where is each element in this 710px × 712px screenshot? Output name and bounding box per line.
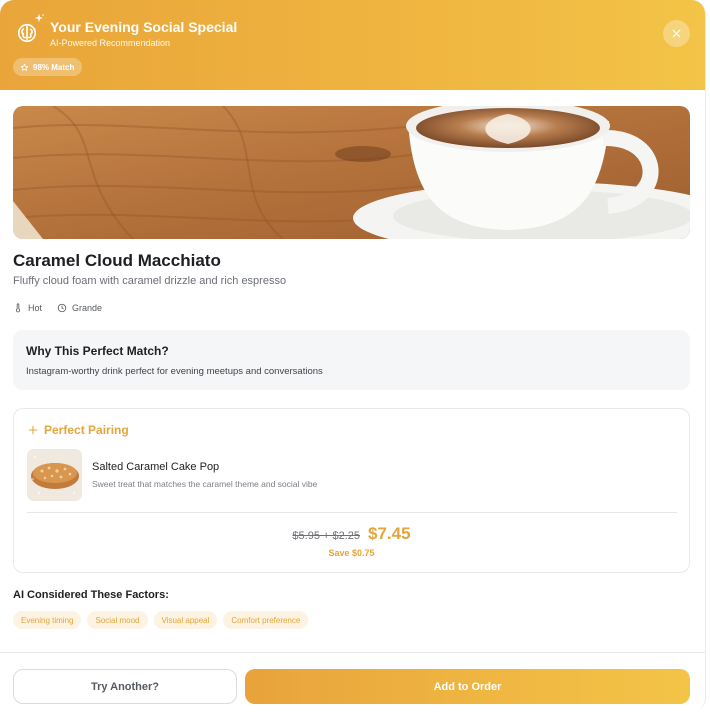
footer-divider <box>0 652 705 653</box>
factor-chips: Evening timing Social mood Visual appeal… <box>13 611 309 629</box>
factor-chip: Visual appeal <box>153 611 218 629</box>
modal-header: Your Evening Social Special AI-Powered R… <box>0 0 705 90</box>
pairing-card: Perfect Pairing Salted Caramel Cake Pop … <box>13 408 690 573</box>
pairing-title: Perfect Pairing <box>44 423 129 437</box>
price-row: $5.95 + $2.25 $7.45 <box>14 524 689 544</box>
sparkle-icon <box>35 14 44 22</box>
product-description: Fluffy cloud foam with caramel drizzle a… <box>13 275 287 287</box>
product-name: Caramel Cloud Macchiato <box>13 251 221 270</box>
modal-subtitle: AI-Powered Recommendation <box>50 38 171 48</box>
recommendation-modal: Your Evening Social Special AI-Powered R… <box>0 0 706 712</box>
cake-pop-image <box>27 449 82 501</box>
temperature-label: Hot <box>28 303 43 313</box>
plus-icon <box>28 425 38 435</box>
factors-title: AI Considered These Factors: <box>13 589 169 601</box>
factor-chip: Comfort preference <box>223 611 309 629</box>
bundle-price: $7.45 <box>368 524 411 543</box>
thermometer-icon <box>15 303 21 313</box>
close-icon <box>672 29 681 38</box>
savings-label: Save $0.75 <box>328 548 375 558</box>
pairing-item-name: Salted Caramel Cake Pop <box>92 461 220 473</box>
temperature-tag: Hot <box>13 303 42 313</box>
why-match-title: Why This Perfect Match? <box>26 344 169 358</box>
why-match-panel: Why This Perfect Match? Instagram-worthy… <box>13 330 690 390</box>
match-badge: 98% Match <box>13 58 83 76</box>
size-tag: Grande <box>57 303 102 313</box>
close-button[interactable] <box>663 20 690 47</box>
add-to-order-button[interactable]: Add to Order <box>245 669 690 704</box>
factor-chip: Social mood <box>87 611 148 629</box>
coffee-cup-image <box>13 106 690 239</box>
modal-title: Your Evening Social Special <box>50 19 238 35</box>
why-match-text: Instagram-worthy drink perfect for eveni… <box>26 366 323 377</box>
try-another-button[interactable]: Try Another? <box>13 669 237 704</box>
pairing-item-description: Sweet treat that matches the caramel the… <box>92 479 318 489</box>
clock-icon <box>57 303 67 313</box>
factor-chip: Evening timing <box>13 611 82 629</box>
original-price: $5.95 + $2.25 <box>292 530 361 542</box>
star-icon <box>20 63 29 71</box>
brain-icon <box>17 23 37 43</box>
size-label: Grande <box>72 303 103 313</box>
pairing-heading: Perfect Pairing <box>28 423 129 437</box>
match-badge-label: 98% Match <box>33 62 75 72</box>
pairing-image <box>27 449 82 501</box>
product-image <box>13 106 690 239</box>
pairing-divider <box>27 512 677 513</box>
